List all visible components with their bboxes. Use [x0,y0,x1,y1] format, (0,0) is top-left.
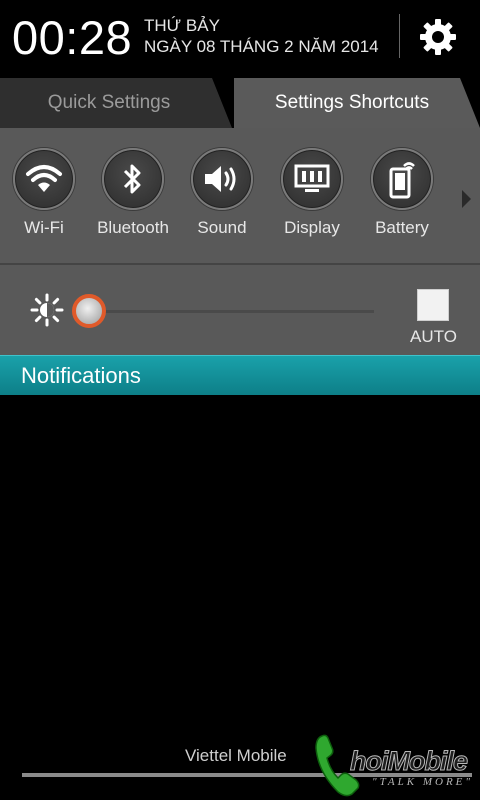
battery-icon [389,162,415,199]
shortcuts-panel: Wi-Fi Bluetooth Sound Display Battery [0,128,480,263]
watermark-logo: hoiMobile "TALK MORE" [312,730,480,800]
shortcut-label: Wi-Fi [24,218,64,237]
shortcut-button[interactable] [371,148,433,210]
auto-brightness-checkbox[interactable] [417,289,449,321]
auto-brightness-label: AUTO [410,327,457,346]
date-text: NGÀY 08 THÁNG 2 NĂM 2014 [144,37,379,56]
day-of-week: THỨ BẢY [144,16,220,35]
watermark-tagline: "TALK MORE" [372,776,474,788]
shortcut-bluetooth[interactable]: Bluetooth [88,148,178,238]
brightness-panel: AUTO [0,263,480,355]
carrier-label: Viettel Mobile [185,746,287,765]
bluetooth-icon [123,164,141,194]
shortcut-button[interactable] [281,148,343,210]
panel-tabs: Quick Settings Settings Shortcuts [0,78,480,128]
gear-icon [420,19,456,55]
shortcut-label: Display [284,218,340,237]
shortcut-label: Sound [197,218,247,237]
scroll-right-arrow-icon[interactable] [462,190,471,208]
tab-label: Settings Shortcuts [274,92,430,113]
notifications-header: Notifications [0,355,480,395]
shortcut-battery[interactable]: Battery [357,148,447,238]
brightness-slider-track[interactable] [76,310,374,313]
shortcut-display[interactable]: Display [267,148,357,238]
tab-quick-settings[interactable]: Quick Settings [0,78,232,128]
wifi-icon [26,165,62,192]
brightness-sun-icon [30,293,64,327]
shortcut-label: Battery [375,218,429,237]
shortcut-sound[interactable]: Sound [177,148,267,238]
speaker-icon [205,166,236,192]
tab-label: Quick Settings [47,92,171,113]
shortcut-wifi[interactable]: Wi-Fi [0,148,89,238]
watermark-brand: hoiMobile [350,746,469,777]
shortcut-button[interactable] [13,148,75,210]
shortcut-button[interactable] [191,148,253,210]
tab-settings-shortcuts[interactable]: Settings Shortcuts [234,78,480,128]
clock-time: 00:28 [12,11,133,64]
status-header: 00:28 THỨ BẢY NGÀY 08 THÁNG 2 NĂM 2014 [0,0,480,78]
shortcut-button[interactable] [102,148,164,210]
header-divider [399,14,400,58]
display-icon [294,164,330,192]
shortcut-label: Bluetooth [97,218,169,237]
brightness-slider-thumb[interactable] [72,294,106,328]
settings-button[interactable] [410,12,466,62]
